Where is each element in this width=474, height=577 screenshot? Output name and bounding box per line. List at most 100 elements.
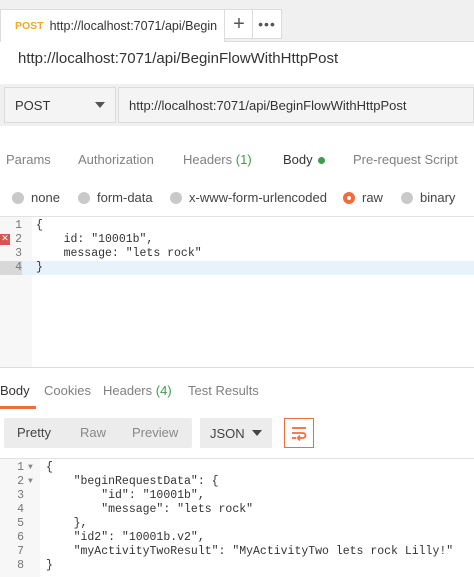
response-toolbar: Pretty Raw Preview JSON — [0, 412, 474, 456]
tab-headers-count: (1) — [235, 152, 252, 167]
response-tab-body-label: Body — [0, 383, 30, 398]
tab-pre-request-script[interactable]: Pre-request Script — [353, 152, 458, 167]
code-line: 1 { — [0, 219, 474, 233]
tab-body-label: Body — [283, 152, 313, 167]
response-tab-test-results[interactable]: Test Results — [188, 383, 259, 398]
line-number: 2 — [15, 233, 22, 246]
request-tab-title: http://localhost:7071/api/Begin — [49, 19, 218, 33]
code-text: message: "lets rock" — [36, 247, 202, 260]
response-body-viewer[interactable]: 1 ▼ { 2 ▼ "beginRequestData": { 3 "id": … — [0, 458, 474, 577]
response-tab-body[interactable]: Body — [0, 383, 30, 398]
wrap-lines-button[interactable] — [284, 418, 314, 448]
line-number: 1 — [17, 461, 24, 474]
method-select-value: POST — [15, 97, 51, 113]
tab-authorization-label: Authorization — [78, 152, 154, 167]
radio-binary-label: binary — [420, 190, 456, 205]
request-body-editor[interactable]: 1 { ✕ 2 id: "10001b", 3 message: "lets r… — [0, 216, 474, 367]
request-name: http://localhost:7071/api/BeginFlowWithH… — [18, 50, 339, 67]
tab-headers[interactable]: Headers (1) — [183, 152, 252, 167]
code-text: "beginRequestData": { — [46, 475, 219, 488]
code-text: }, — [46, 517, 88, 530]
view-raw-button[interactable]: Raw — [80, 425, 106, 440]
line-number: 2 — [17, 475, 24, 488]
code-text: "id2": "10001b.v2", — [46, 531, 205, 544]
radio-form-data[interactable]: form-data — [78, 190, 153, 205]
request-tab[interactable]: POST http://localhost:7071/api/Begin — [0, 9, 225, 42]
url-input-value: http://localhost:7071/api/BeginFlowWithH… — [129, 97, 407, 113]
radio-urlencoded-label: x-www-form-urlencoded — [189, 190, 327, 205]
fold-arrow-icon[interactable]: ▼ — [28, 461, 33, 475]
tab-headers-label: Headers — [183, 152, 233, 167]
tab-params[interactable]: Params — [6, 152, 51, 167]
tab-pre-request-label: Pre-request Script — [353, 152, 458, 167]
code-text: { — [46, 461, 53, 474]
body-set-dot-icon — [317, 157, 325, 165]
response-tabs: Body Cookies Headers (4) Test Results — [0, 367, 474, 409]
active-tab-underline — [0, 406, 36, 409]
code-line: 6 "id2": "10001b.v2", — [0, 531, 474, 545]
code-text: "message": "lets rock" — [46, 503, 254, 516]
radio-raw[interactable]: raw — [343, 190, 383, 205]
code-text: } — [46, 559, 53, 572]
radio-selected-icon — [343, 191, 355, 204]
response-tab-test-results-label: Test Results — [188, 383, 259, 398]
code-text: { — [36, 219, 43, 232]
line-number: 6 — [17, 531, 24, 544]
more-tabs-button[interactable]: ••• — [252, 9, 282, 39]
format-select[interactable]: JSON — [200, 418, 272, 448]
body-type-selector: none form-data x-www-form-urlencoded raw… — [0, 182, 474, 216]
url-input[interactable]: http://localhost:7071/api/BeginFlowWithH… — [118, 87, 474, 123]
radio-x-www-form-urlencoded[interactable]: x-www-form-urlencoded — [170, 190, 327, 205]
tab-params-label: Params — [6, 152, 51, 167]
response-tab-cookies[interactable]: Cookies — [44, 383, 91, 398]
plus-icon: + — [233, 12, 245, 35]
method-select[interactable]: POST — [4, 87, 116, 123]
radio-circle-icon — [170, 191, 182, 204]
response-tab-headers[interactable]: Headers (4) — [103, 383, 172, 398]
request-tab-method: POST — [15, 20, 44, 32]
url-bar: POST http://localhost:7071/api/BeginFlow… — [0, 84, 474, 126]
view-mode-segmented: Pretty Raw Preview — [4, 418, 192, 448]
radio-circle-icon — [401, 191, 413, 204]
code-line: 2 ▼ "beginRequestData": { — [0, 475, 474, 489]
code-line: 5 }, — [0, 517, 474, 531]
code-text: "id": "10001b", — [46, 489, 205, 502]
view-preview-button[interactable]: Preview — [132, 425, 178, 440]
line-number: 3 — [15, 247, 22, 260]
request-tab-strip: POST http://localhost:7071/api/Begin + •… — [0, 0, 474, 42]
new-tab-button[interactable]: + — [224, 9, 254, 39]
radio-none[interactable]: none — [12, 190, 60, 205]
code-text: id: "10001b", — [36, 233, 154, 246]
ellipsis-icon: ••• — [258, 16, 276, 32]
code-text: } — [36, 261, 43, 274]
radio-circle-icon — [78, 191, 90, 204]
tab-body[interactable]: Body — [283, 152, 325, 167]
line-number: 4 — [17, 503, 24, 516]
fold-arrow-icon[interactable]: ▼ — [28, 475, 33, 489]
code-line: 8 } — [0, 559, 474, 573]
radio-none-label: none — [31, 190, 60, 205]
format-select-value: JSON — [210, 425, 245, 441]
response-tab-headers-label: Headers — [103, 383, 153, 398]
chevron-down-icon — [95, 102, 105, 108]
line-number: 4 — [0, 261, 22, 275]
code-line: 7 "myActivityTwoResult": "MyActivityTwo … — [0, 545, 474, 559]
radio-raw-label: raw — [362, 190, 383, 205]
line-number: 8 — [17, 559, 24, 572]
code-line: 1 ▼ { — [0, 461, 474, 475]
code-line: ✕ 2 id: "10001b", — [0, 233, 474, 247]
line-number: 1 — [15, 219, 22, 232]
request-tabs: Params Authorization Headers (1) Body Pr… — [0, 140, 474, 180]
response-tab-cookies-label: Cookies — [44, 383, 91, 398]
tab-authorization[interactable]: Authorization — [78, 152, 154, 167]
line-number: 5 — [17, 517, 24, 530]
code-line: 3 message: "lets rock" — [0, 247, 474, 261]
code-text: "myActivityTwoResult": "MyActivityTwo le… — [46, 545, 454, 558]
code-line-active: 4 } — [0, 261, 474, 275]
wrap-lines-icon — [292, 427, 307, 441]
view-pretty-button[interactable]: Pretty — [17, 425, 51, 440]
response-tab-headers-count: (4) — [155, 383, 172, 398]
radio-binary[interactable]: binary — [401, 190, 455, 205]
code-line: 3 "id": "10001b", — [0, 489, 474, 503]
code-line: 4 "message": "lets rock" — [0, 503, 474, 517]
